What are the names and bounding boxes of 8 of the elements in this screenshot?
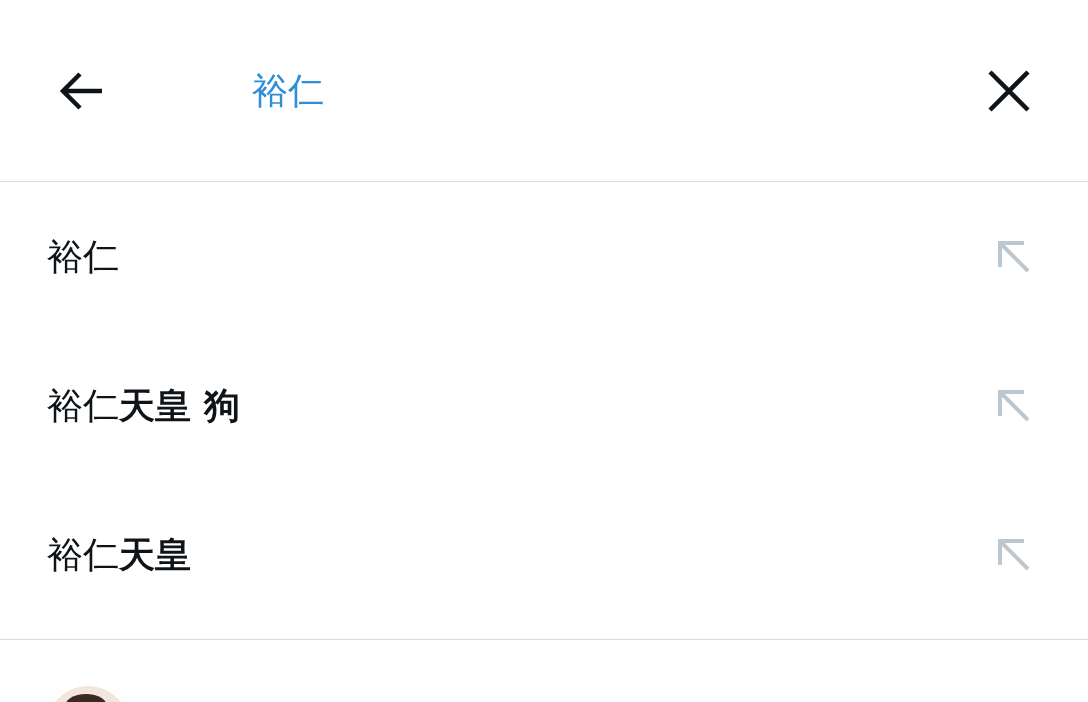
suggestion-text[interactable]: 裕仁 [47,229,119,284]
arrow-icon[interactable] [996,536,1032,573]
search-field[interactable]: 裕仁 [252,63,328,118]
arrow-icon[interactable] [996,387,1032,424]
suggestion-text[interactable]: 裕仁天皇 狗 [47,378,240,433]
close-icon[interactable] [986,67,1032,114]
arrow-icon[interactable] [996,238,1032,275]
suggestion-text[interactable]: 裕仁天皇 [47,527,191,582]
